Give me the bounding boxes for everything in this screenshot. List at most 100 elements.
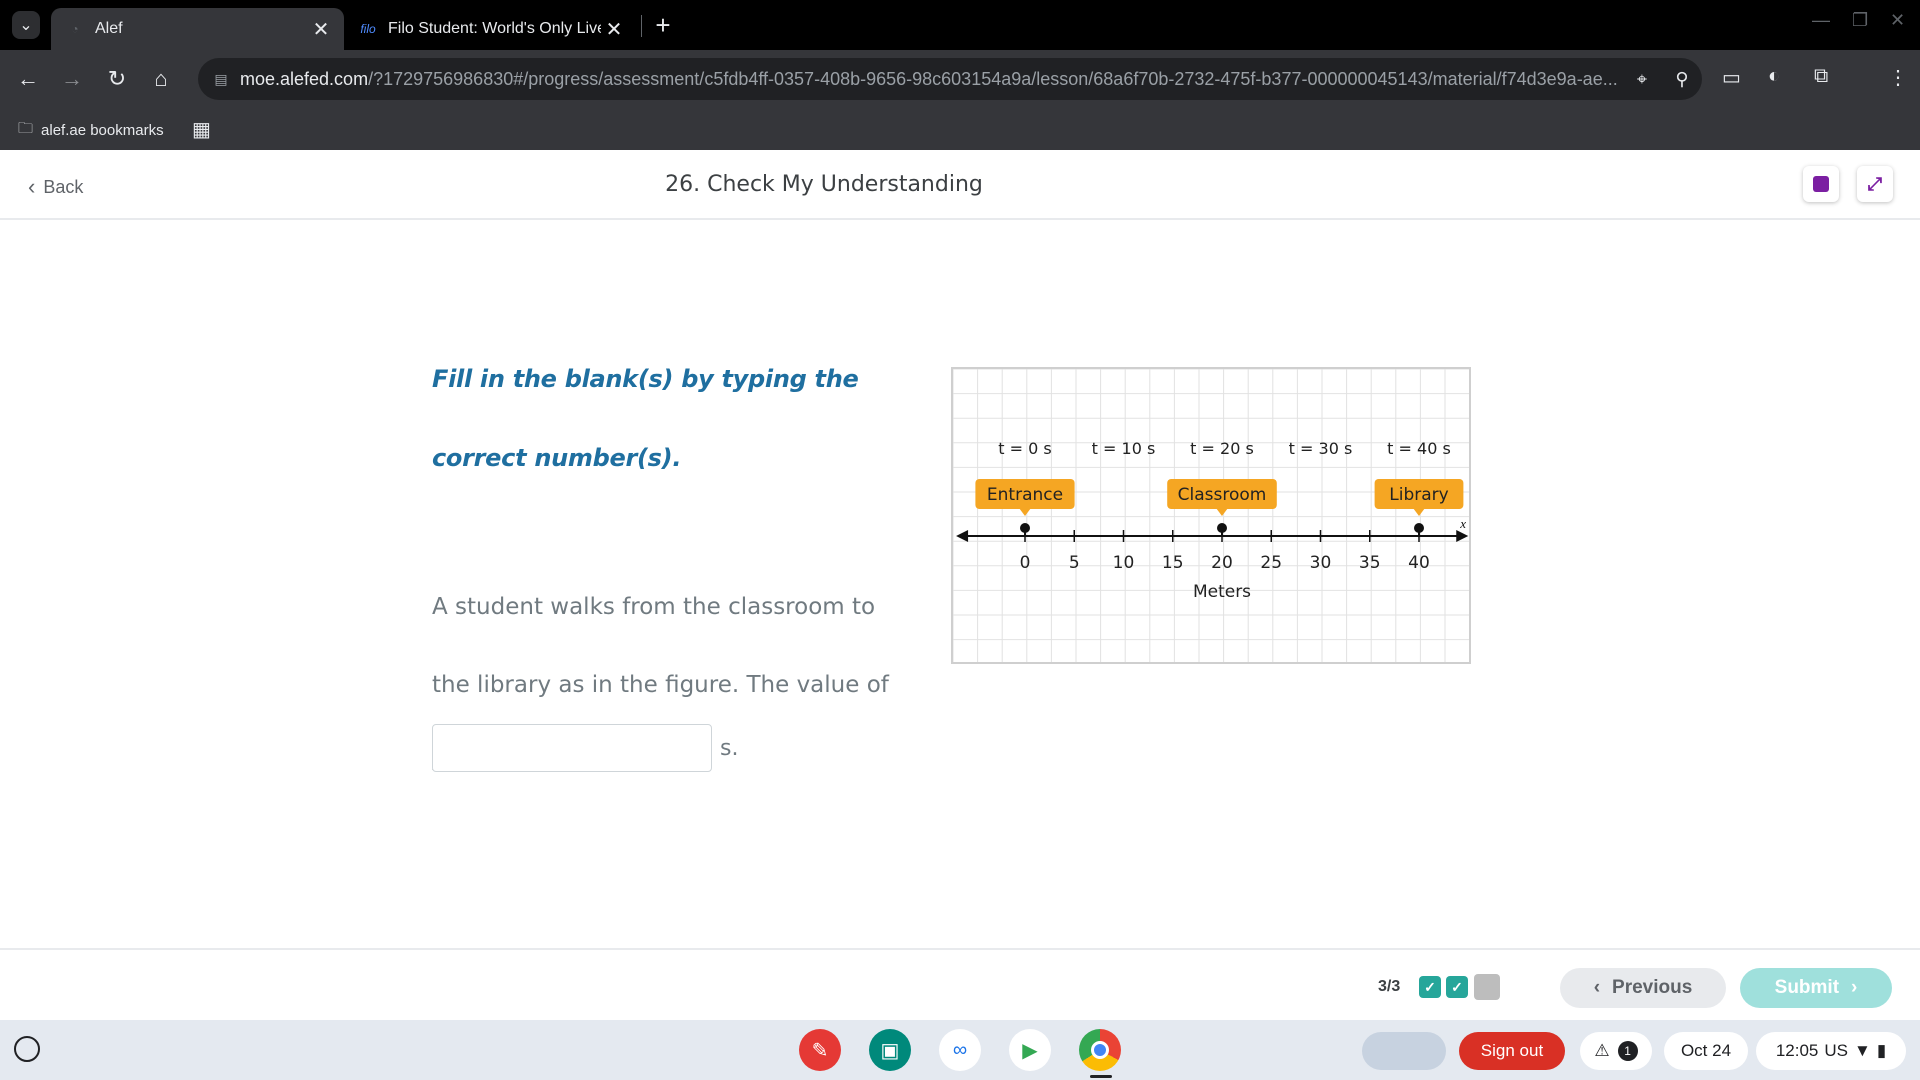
progress-step-2[interactable]: ✓ xyxy=(1446,976,1468,998)
progress-step-3[interactable] xyxy=(1474,974,1500,1000)
tick-label: 30 xyxy=(1310,553,1332,573)
address-bar[interactable]: ▤ moe.alefed.com/?1729756986830#/progres… xyxy=(198,58,1702,100)
tab-title: Alef xyxy=(95,20,123,37)
tab-filo[interactable]: filo Filo Student: World's Only Live I ✕ xyxy=(344,8,637,50)
tick-label: 40 xyxy=(1408,553,1430,573)
chrome-app-icon[interactable] xyxy=(1079,1029,1121,1071)
filo-favicon: filo xyxy=(360,22,376,36)
answer-row: s. xyxy=(432,724,738,772)
number-line-figure: x 0 5 10 15 20 25 30 35 40 Meters t = 0 s t = 10 s t … xyxy=(951,367,1471,664)
folder-icon: 🗀 xyxy=(18,120,34,137)
previous-button[interactable]: ‹ Previous xyxy=(1560,968,1726,1008)
status-tray[interactable]: 12:05 US ▼ ▮ xyxy=(1756,1032,1906,1070)
progress-step-1[interactable]: ✓ xyxy=(1419,976,1441,998)
new-tab-button[interactable]: + xyxy=(648,10,678,40)
location-point xyxy=(1020,523,1030,533)
assessment-footer: 3/3 ✓ ✓ ‹ Previous Submit › xyxy=(0,948,1920,1020)
tick-label: 20 xyxy=(1211,553,1233,573)
time-label: t = 10 s xyxy=(1092,439,1156,458)
close-window-icon[interactable]: ✕ xyxy=(1890,10,1905,31)
number-line-chart: x 0 5 10 15 20 25 30 35 40 Meters t = 0 s t = 10 s t … xyxy=(952,368,1469,662)
launcher-icon[interactable] xyxy=(14,1036,40,1062)
location-callout: Classroom xyxy=(1167,479,1277,516)
tab-close-icon[interactable]: ✕ xyxy=(601,17,627,42)
tab-title: Filo Student: World's Only Live I xyxy=(388,20,601,37)
tab-separator xyxy=(641,15,642,37)
url-text[interactable]: moe.alefed.com/?1729756986830#/progress/… xyxy=(240,69,1622,90)
kebab-menu-icon[interactable]: ⋮ xyxy=(1888,65,1908,90)
tick-label: 0 xyxy=(1020,553,1031,573)
home-icon[interactable]: ⌂ xyxy=(145,63,177,95)
axis-title: Meters xyxy=(1193,582,1251,602)
canvas-app-icon[interactable]: ✎ xyxy=(799,1029,841,1071)
restore-icon[interactable]: ❐ xyxy=(1852,10,1868,31)
zoom-icon[interactable]: ⚲ xyxy=(1662,69,1702,90)
forward-arrow-icon[interactable]: → xyxy=(56,63,88,95)
lesson-header: ‹ Back 26. Check My Understanding ⤢ xyxy=(0,150,1920,220)
tick-label: 10 xyxy=(1113,553,1135,573)
battery-icon: ▮ xyxy=(1876,1041,1887,1060)
check-icon: ✓ xyxy=(1451,978,1463,995)
location-point xyxy=(1414,523,1424,533)
running-indicator xyxy=(1090,1075,1112,1078)
minimize-icon[interactable]: — xyxy=(1812,10,1830,31)
bookmark-folder[interactable]: 🗀 alef.ae bookmarks xyxy=(18,118,164,143)
extension-shield-icon[interactable]: ◐ xyxy=(1768,65,1780,88)
chevron-down-icon: ⌄ xyxy=(19,17,33,34)
tab-search-button[interactable]: ⌄ xyxy=(12,11,40,39)
submit-label: Submit xyxy=(1774,977,1840,998)
cast-icon[interactable]: ▭ xyxy=(1722,65,1741,90)
progress-label: 3/3 xyxy=(1378,978,1401,995)
callout-pointer xyxy=(1216,508,1228,516)
back-arrow-icon[interactable]: ← xyxy=(12,63,44,95)
notes-button[interactable] xyxy=(1803,166,1839,202)
location-pin-icon[interactable]: ⌖ xyxy=(1622,69,1662,90)
bookmarks-bar: 🗀 alef.ae bookmarks ▦ xyxy=(0,108,1920,150)
notification-tray[interactable]: ⚠ 1 xyxy=(1580,1032,1652,1070)
callout-label: Library xyxy=(1389,485,1448,505)
location-callout: Library xyxy=(1374,479,1464,516)
location-point xyxy=(1217,523,1227,533)
axis-arrow-right xyxy=(1456,530,1469,542)
submit-button[interactable]: Submit › xyxy=(1740,968,1892,1008)
apps-grid-icon[interactable]: ▦ xyxy=(192,117,211,142)
os-shelf: ✎ ▣ ∞ ▶ Sign out ⚠ 1 Oct 24 12:05 US ▼ ▮ xyxy=(0,1020,1920,1080)
site-info-icon[interactable]: ▤ xyxy=(208,71,234,88)
holding-space-thumbnails[interactable] xyxy=(1362,1032,1446,1070)
clock-time: 12:05 xyxy=(1775,1041,1819,1060)
page-title: 26. Check My Understanding xyxy=(665,172,983,197)
play-store-icon[interactable]: ▶ xyxy=(1009,1029,1051,1071)
extensions-puzzle-icon[interactable]: ⧉ xyxy=(1814,65,1828,88)
tab-alef[interactable]: ◔ Alef ✕ xyxy=(51,8,344,50)
reload-icon[interactable]: ↻ xyxy=(101,63,133,95)
axis-arrow-left xyxy=(956,530,969,542)
answer-input[interactable] xyxy=(432,724,712,772)
sign-out-button[interactable]: Sign out xyxy=(1459,1032,1565,1070)
time-label: t = 20 s xyxy=(1190,439,1254,458)
link-app-icon[interactable]: ∞ xyxy=(939,1029,981,1071)
warning-icon: ⚠ xyxy=(1594,1041,1610,1060)
callout-label: Entrance xyxy=(987,485,1063,505)
tab-close-icon[interactable]: ✕ xyxy=(308,17,334,42)
fullscreen-button[interactable]: ⤢ xyxy=(1857,166,1893,202)
figure-grid xyxy=(952,368,1469,662)
bookmark-folder-label: alef.ae bookmarks xyxy=(41,122,164,139)
callout-label: Classroom xyxy=(1178,485,1267,505)
time-label: t = 0 s xyxy=(998,439,1051,458)
browser-toolbar: ← → ↻ ⌂ ▤ moe.alefed.com/?1729756986830#… xyxy=(0,50,1920,108)
time-label: t = 30 s xyxy=(1289,439,1353,458)
previous-label: Previous xyxy=(1612,977,1693,998)
alef-favicon-icon: ◔ xyxy=(71,22,79,36)
callout-pointer xyxy=(1413,508,1425,516)
axis-variable: x xyxy=(1459,516,1466,531)
input-locale: US xyxy=(1824,1041,1848,1060)
date-tray[interactable]: Oct 24 xyxy=(1664,1032,1748,1070)
check-icon: ✓ xyxy=(1424,978,1436,995)
classroom-app-icon[interactable]: ▣ xyxy=(869,1029,911,1071)
chevron-right-icon: › xyxy=(1851,977,1858,998)
location-callout: Entrance xyxy=(975,479,1075,516)
tick-label: 15 xyxy=(1162,553,1184,573)
tick-label: 5 xyxy=(1069,553,1080,573)
answer-unit: s. xyxy=(720,735,739,761)
time-label: t = 40 s xyxy=(1387,439,1451,458)
